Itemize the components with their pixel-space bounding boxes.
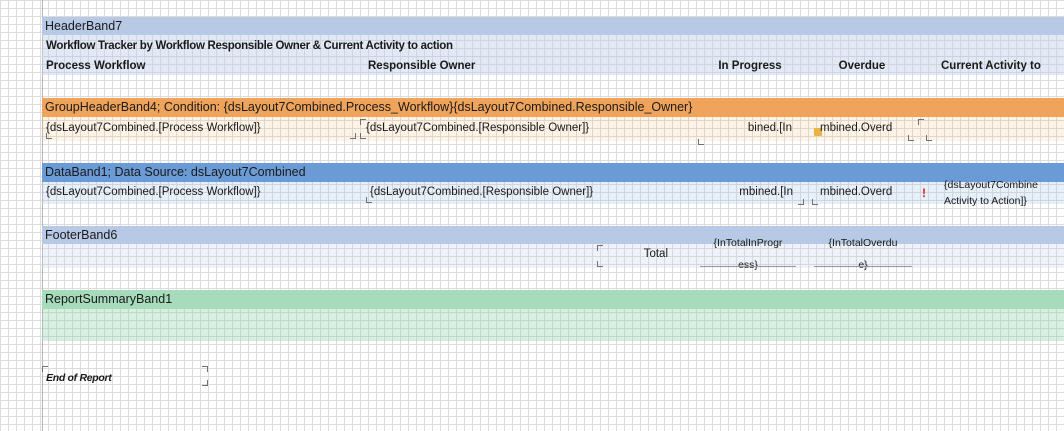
field-corner	[360, 133, 366, 139]
column-header-current-activity[interactable]: Current Activity to	[941, 58, 1064, 74]
field-corner	[698, 139, 704, 145]
data-field-process-workflow[interactable]: {dsLayout7Combined.[Process Workflow]}	[46, 184, 356, 200]
group-field-responsible-owner[interactable]: {dsLayout7Combined.[Responsible Owner]}	[366, 120, 696, 136]
data-field-current-activity[interactable]: {dsLayout7Combine	[944, 179, 1064, 191]
warning-icon: !	[922, 186, 926, 200]
field-corner	[926, 135, 932, 141]
column-header-responsible-owner[interactable]: Responsible Owner	[368, 58, 668, 74]
divider	[42, 56, 1064, 57]
column-header-process-workflow[interactable]: Process Workflow	[46, 58, 346, 74]
group-field-process-workflow[interactable]: {dsLayout7Combined.[Process Workflow]}	[46, 120, 356, 136]
field-corner	[918, 119, 924, 125]
data-field-current-activity-line2[interactable]: Activity to Action]}	[944, 195, 1064, 207]
summary-band-title[interactable]: ReportSummaryBand1	[42, 290, 1064, 309]
end-of-report-label[interactable]: End of Report	[46, 370, 206, 386]
data-field-responsible-owner[interactable]: {dsLayout7Combined.[Responsible Owner]}	[370, 184, 690, 200]
group-field-in-progress[interactable]: bined.[In	[700, 120, 792, 136]
field-corner	[366, 197, 372, 203]
field-corner	[908, 135, 914, 141]
footer-total-overdue[interactable]: {InTotalOverdu	[812, 237, 914, 249]
field-corner	[350, 133, 356, 139]
report-title[interactable]: Workflow Tracker by Workflow Responsible…	[46, 38, 946, 54]
group-header-band-title[interactable]: GroupHeaderBand4; Condition: {dsLayout7C…	[42, 98, 1064, 117]
data-field-in-progress[interactable]: mbined.[In	[700, 184, 793, 200]
group-field-overdue[interactable]: mbined.Overd	[820, 120, 912, 136]
footer-total-overdue-line2[interactable]: e}	[812, 259, 914, 271]
column-header-overdue[interactable]: Overdue	[812, 58, 912, 74]
column-header-in-progress[interactable]: In Progress	[700, 58, 800, 74]
field-corner	[798, 199, 804, 205]
data-field-overdue[interactable]: mbined.Overd	[820, 184, 912, 200]
header-band-title[interactable]: HeaderBand7	[42, 17, 1064, 35]
field-corner	[360, 119, 366, 125]
field-corner	[812, 199, 818, 205]
summary-band-area	[42, 309, 1064, 341]
divider	[814, 266, 912, 267]
field-corner	[202, 380, 208, 386]
data-band-title[interactable]: DataBand1; Data Source: dsLayout7Combine…	[42, 163, 1064, 182]
field-corner	[46, 133, 52, 139]
left-margin	[0, 0, 43, 431]
divider	[700, 266, 796, 267]
field-corner	[42, 366, 48, 372]
footer-total-label[interactable]: Total	[600, 246, 668, 262]
field-corner	[202, 366, 208, 372]
footer-total-in-progress-line2[interactable]: ess}	[697, 259, 799, 271]
footer-total-in-progress[interactable]: {InTotalInProgr	[697, 237, 799, 249]
